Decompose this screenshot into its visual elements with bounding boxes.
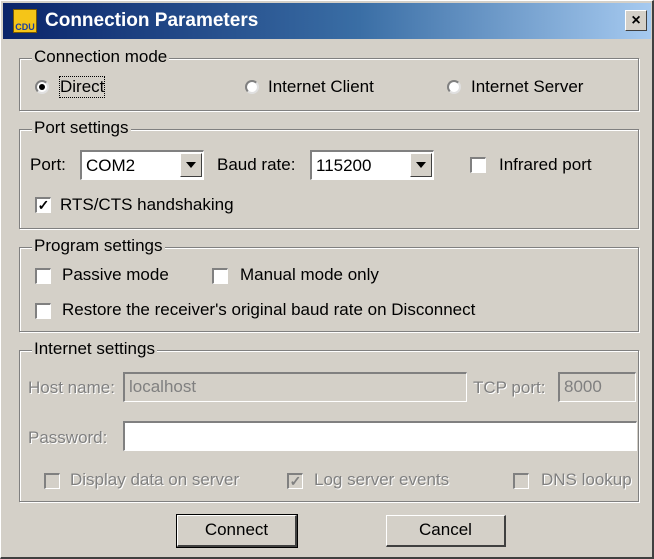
radio-selected-dot: [39, 84, 45, 90]
port-settings-group: Port settings Port: COM2 Baud rate: 1152…: [19, 118, 639, 229]
log-server-events-checkbox[interactable]: ✓: [287, 473, 303, 489]
connect-button[interactable]: Connect: [176, 514, 298, 548]
internet-settings-title: Internet settings: [32, 339, 157, 359]
program-settings-title: Program settings: [32, 236, 165, 256]
host-name-input[interactable]: localhost: [123, 372, 467, 402]
password-label: Password:: [28, 428, 108, 447]
port-select[interactable]: COM2: [80, 150, 204, 180]
rts-cts-label[interactable]: RTS/CTS handshaking: [60, 195, 234, 215]
radio-direct[interactable]: [35, 80, 49, 94]
radio-internet-server-label[interactable]: Internet Server: [471, 77, 583, 97]
connection-mode-group: Connection mode Direct Internet Client I…: [19, 47, 639, 111]
infrared-port-checkbox[interactable]: [470, 157, 486, 173]
tcp-port-input[interactable]: 8000: [558, 372, 636, 402]
passive-mode-checkbox[interactable]: [35, 268, 51, 284]
infrared-port-label[interactable]: Infrared port: [499, 155, 592, 175]
host-name-label: Host name:: [28, 378, 115, 397]
dns-lookup-checkbox[interactable]: [513, 473, 529, 489]
program-settings-group: Program settings Passive mode Manual mod…: [19, 236, 639, 332]
passive-mode-label[interactable]: Passive mode: [62, 265, 169, 285]
radio-internet-client-label[interactable]: Internet Client: [268, 77, 374, 97]
radio-internet-server[interactable]: [447, 80, 461, 94]
baud-rate-value: 115200: [316, 156, 372, 175]
manual-mode-label[interactable]: Manual mode only: [240, 265, 379, 285]
internet-settings-group: Internet settings Host name: localhost T…: [19, 339, 639, 502]
restore-baud-label[interactable]: Restore the receiver's original baud rat…: [62, 300, 475, 320]
restore-baud-checkbox[interactable]: [35, 303, 51, 319]
port-settings-title: Port settings: [32, 118, 131, 138]
window-title: Connection Parameters: [45, 10, 259, 31]
manual-mode-checkbox[interactable]: [212, 268, 228, 284]
chevron-down-icon[interactable]: [180, 153, 202, 177]
display-data-label[interactable]: Display data on server: [70, 470, 239, 490]
tcp-port-label: TCP port:: [473, 378, 546, 397]
baud-rate-label: Baud rate:: [217, 155, 296, 174]
chevron-down-icon[interactable]: [410, 153, 432, 177]
connection-parameters-dialog: CDU Connection Parameters × Connection m…: [0, 0, 654, 559]
baud-rate-select[interactable]: 115200: [310, 150, 434, 180]
radio-direct-label[interactable]: Direct: [58, 76, 106, 98]
password-input[interactable]: [123, 421, 637, 451]
close-button[interactable]: ×: [625, 10, 647, 31]
close-icon: ×: [631, 12, 641, 29]
port-value: COM2: [86, 156, 136, 175]
connection-mode-title: Connection mode: [32, 47, 170, 67]
port-label: Port:: [30, 155, 66, 174]
radio-internet-client[interactable]: [245, 80, 259, 94]
cancel-button[interactable]: Cancel: [386, 515, 506, 547]
dns-lookup-label[interactable]: DNS lookup: [541, 470, 632, 490]
rts-cts-checkbox[interactable]: ✓: [35, 197, 51, 213]
title-bar[interactable]: CDU Connection Parameters ×: [3, 3, 651, 39]
display-data-checkbox[interactable]: [44, 473, 60, 489]
app-icon: CDU: [13, 9, 37, 33]
log-server-events-label[interactable]: Log server events: [314, 470, 449, 490]
